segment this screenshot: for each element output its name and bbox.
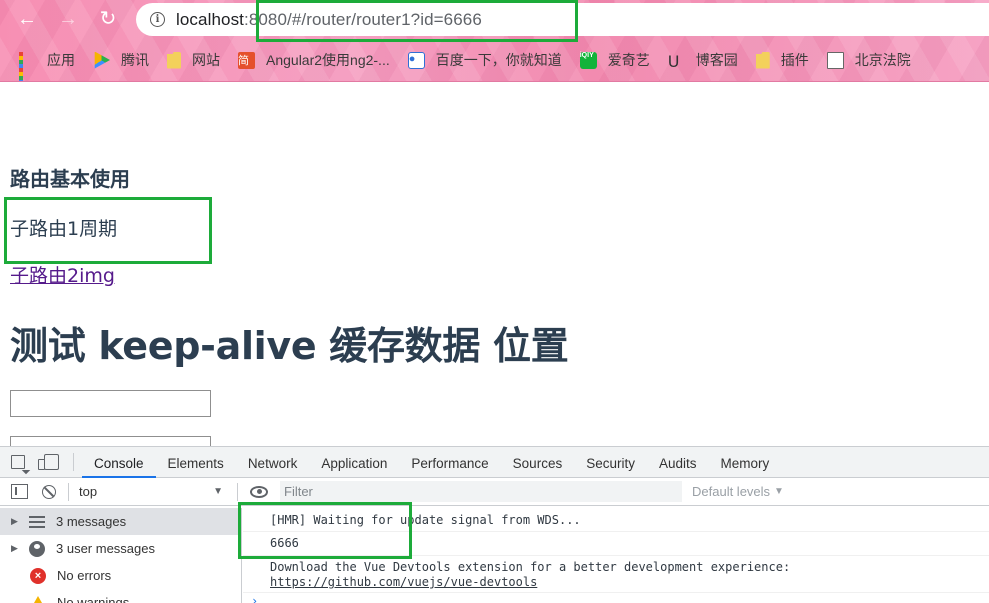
- divider: [237, 482, 238, 501]
- cache-input-1[interactable]: [10, 390, 211, 417]
- bookmark-label: Angular2使用ng2-...: [266, 52, 390, 68]
- tab-console[interactable]: Console: [82, 447, 156, 478]
- devtools-tab-bar: Console Elements Network Application Per…: [0, 447, 989, 478]
- jianshu-icon: 简: [238, 51, 255, 69]
- sidebar-item-label: No errors: [57, 568, 112, 583]
- divider: [68, 482, 69, 501]
- bookmark-label: 百度一下，你就知道: [435, 52, 562, 68]
- tab-application[interactable]: Application: [309, 447, 399, 478]
- reload-icon: ↻: [99, 8, 117, 30]
- console-body: ▶ 3 messages ▶ 3 user messages × No erro…: [0, 508, 989, 603]
- page-content: 路由基本使用 子路由1周期 子路由2img 测试 keep-alive 缓存数据…: [0, 83, 989, 463]
- context-value: top: [79, 484, 98, 499]
- tab-sources[interactable]: Sources: [501, 447, 575, 478]
- console-message: 6666: [243, 532, 989, 556]
- bookmark-apps[interactable]: 应用: [19, 50, 75, 81]
- bookmark-websites[interactable]: 网站: [167, 50, 220, 70]
- sidebar-item-messages[interactable]: ▶ 3 messages: [0, 508, 241, 535]
- tencent-video-icon: [94, 51, 110, 69]
- address-bar[interactable]: i localhost:8080/#/router/router1?id=666…: [136, 3, 989, 36]
- bookmark-label: 爱奇艺: [607, 52, 650, 68]
- bookmarks-bar: 应用 腾讯 网站 简 Angular2使用ng2-... ● 百度一下，你就知道…: [0, 46, 989, 81]
- forward-arrow-icon: →: [58, 8, 78, 30]
- console-sidebar: ▶ 3 messages ▶ 3 user messages × No erro…: [0, 508, 242, 603]
- bookmark-cnblogs[interactable]: Ս 博客园: [667, 50, 738, 71]
- bookmark-label: 应用: [47, 52, 75, 68]
- apps-icon: [19, 51, 36, 81]
- url-host: localhost: [176, 9, 244, 29]
- iqiyi-icon: iQIY: [579, 51, 597, 69]
- bookmark-label: 网站: [192, 52, 220, 68]
- console-messages: [HMR] Waiting for update signal from WDS…: [243, 508, 989, 603]
- info-icon[interactable]: i: [150, 12, 165, 27]
- tab-security[interactable]: Security: [574, 447, 647, 478]
- inspect-element-icon[interactable]: [11, 455, 25, 469]
- bookmark-plugins[interactable]: 插件: [755, 50, 809, 70]
- url-text[interactable]: localhost:8080/#/router/router1?id=6666: [176, 10, 482, 30]
- expand-triangle-icon[interactable]: ▶: [11, 516, 21, 527]
- bookmark-angular2[interactable]: 简 Angular2使用ng2-...: [238, 50, 390, 70]
- console-filter-input[interactable]: [280, 481, 682, 502]
- dropdown-arrow-icon: ▼: [774, 486, 784, 497]
- bookmark-label: 腾讯: [121, 52, 149, 68]
- tab-elements[interactable]: Elements: [156, 447, 236, 478]
- bookmark-iqiyi[interactable]: iQIY 爱奇艺: [579, 50, 650, 70]
- console-message: Download the Vue Devtools extension for …: [243, 556, 989, 593]
- show-sidebar-icon[interactable]: [11, 484, 28, 499]
- context-selector[interactable]: top ▼: [79, 482, 225, 502]
- browser-toolbar: ← → ↻ i localhost:8080/#/router/router1?…: [0, 0, 989, 82]
- folder-icon: [167, 51, 181, 69]
- devtools-panel: Console Elements Network Application Per…: [0, 446, 989, 603]
- keep-alive-title: 测试 keep-alive 缓存数据 位置: [10, 324, 569, 368]
- bookmark-tencent[interactable]: 腾讯: [93, 50, 149, 70]
- cnblogs-icon: Ս: [667, 53, 680, 71]
- child-route-2-link[interactable]: 子路由2img: [10, 261, 115, 288]
- forward-button[interactable]: →: [55, 6, 81, 32]
- bookmark-label: 博客园: [695, 52, 738, 68]
- list-icon: [29, 514, 45, 530]
- sidebar-item-label: 3 user messages: [56, 541, 155, 556]
- back-button[interactable]: ←: [14, 6, 40, 32]
- devtools-link[interactable]: https://github.com/vuejs/vue-devtools: [270, 575, 537, 589]
- sidebar-item-errors[interactable]: × No errors: [0, 562, 241, 589]
- live-expression-eye-icon[interactable]: [250, 485, 268, 498]
- sidebar-item-warnings[interactable]: No warnings: [0, 589, 241, 603]
- expand-triangle-icon[interactable]: ▶: [11, 543, 21, 554]
- tab-audits[interactable]: Audits: [647, 447, 709, 478]
- tab-memory[interactable]: Memory: [709, 447, 782, 478]
- bookmark-label: 北京法院: [854, 52, 911, 68]
- log-levels-dropdown[interactable]: Default levels ▼: [692, 484, 784, 499]
- user-icon: [29, 540, 45, 557]
- back-arrow-icon: ←: [17, 8, 37, 30]
- console-toolbar: top ▼ Default levels ▼: [0, 478, 989, 506]
- tab-performance[interactable]: Performance: [399, 447, 500, 478]
- url-path: :8080/#/router/router1?id=6666: [244, 9, 482, 29]
- tab-network[interactable]: Network: [236, 447, 310, 478]
- bookmark-label: 插件: [780, 52, 809, 68]
- console-message: [HMR] Waiting for update signal from WDS…: [243, 508, 989, 532]
- console-prompt-icon[interactable]: ›: [251, 594, 258, 603]
- warning-icon: [30, 595, 46, 603]
- clear-console-icon[interactable]: [42, 484, 56, 499]
- baidu-icon: ●: [407, 51, 425, 69]
- bookmark-baidu[interactable]: ● 百度一下，你就知道: [407, 50, 562, 70]
- device-toolbar-icon[interactable]: [38, 454, 59, 470]
- error-icon: ×: [30, 567, 46, 584]
- bookmark-beijing-court[interactable]: 北京法院: [826, 50, 911, 70]
- router-heading: 路由基本使用: [10, 167, 130, 191]
- reload-button[interactable]: ↻: [95, 6, 121, 32]
- page-icon: [826, 51, 844, 69]
- console-message-text: Download the Vue Devtools extension for …: [270, 560, 791, 574]
- sidebar-item-label: 3 messages: [56, 514, 127, 529]
- child-route-1-text: 子路由1周期: [10, 218, 118, 240]
- levels-label: Default levels: [692, 484, 771, 499]
- sidebar-item-user-messages[interactable]: ▶ 3 user messages: [0, 535, 241, 562]
- sidebar-item-label: No warnings: [57, 595, 130, 603]
- divider: [73, 453, 74, 471]
- folder-icon: [755, 51, 770, 69]
- dropdown-arrow-icon: ▼: [213, 486, 223, 497]
